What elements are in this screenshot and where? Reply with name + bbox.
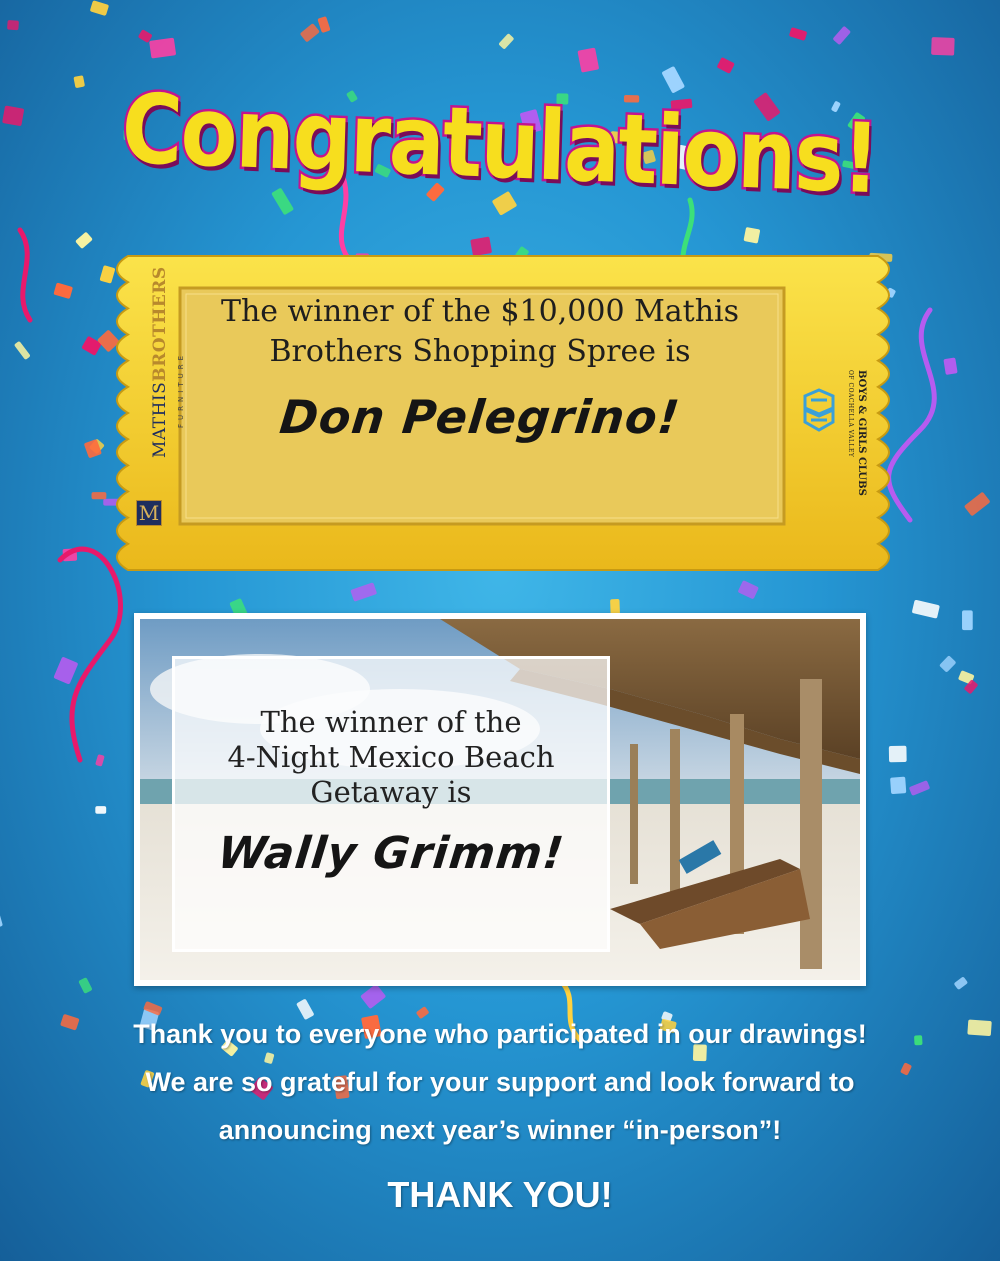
confetti-piece (360, 984, 386, 1009)
thanks-line-2: We are so grateful for your support and … (145, 1067, 855, 1097)
thank-you-closing: THANK YOU! (387, 1174, 613, 1215)
confetti-piece (0, 910, 3, 933)
confetti-piece (662, 66, 685, 93)
confetti-piece (954, 977, 968, 990)
confetti-piece (743, 227, 761, 244)
logo-name-a: MATHIS (150, 381, 170, 458)
beach-line-3: Getaway is (310, 775, 472, 809)
confetti-piece (912, 599, 940, 619)
confetti-piece (962, 610, 973, 631)
streamer (17, 227, 33, 323)
confetti-piece (149, 37, 176, 59)
beach-message-panel: The winner of the 4-Night Mexico Beach G… (172, 656, 610, 952)
ticket-line-1: The winner of the $10,000 Mathis (220, 294, 740, 329)
beach-line-2: 4-Night Mexico Beach (227, 740, 555, 774)
mathis-brothers-logo: M MATHISBROTHERS FURNITURE (128, 266, 185, 530)
confetti-piece (53, 657, 78, 684)
confetti-piece (943, 357, 958, 375)
confetti-piece (75, 232, 93, 249)
confetti-piece (78, 977, 92, 994)
confetti-piece (789, 27, 807, 41)
clubs-subtitle: OF COACHELLA VALLEY (847, 370, 854, 458)
confetti-piece (888, 745, 907, 763)
confetti-piece (577, 47, 599, 73)
confetti-piece (53, 282, 73, 299)
confetti-piece (939, 656, 956, 672)
confetti-piece (890, 776, 907, 795)
confetti-piece (931, 37, 955, 56)
confetti-piece (317, 16, 331, 33)
confetti-piece (499, 33, 514, 49)
confetti-piece (2, 105, 24, 126)
thanks-line-1: Thank you to everyone who participated i… (133, 1019, 867, 1049)
thanks-line-3: announcing next year’s winner “in-person… (218, 1115, 782, 1145)
beach-getaway-winner: Wally Grimm! (215, 828, 567, 879)
clubs-name: BOYS & GIRLS CLUBS (856, 370, 867, 496)
boys-girls-clubs-logo: BOYS & GIRLS CLUBS OF COACHELLA VALLEY (795, 370, 885, 500)
confetti-piece (964, 492, 990, 516)
confetti-piece (717, 57, 735, 74)
confetti-piece (909, 780, 930, 796)
ticket-line-2: Brothers Shopping Spree is (269, 334, 691, 369)
confetti-piece (738, 580, 759, 599)
confetti-piece (350, 582, 377, 602)
confetti-piece (95, 806, 107, 814)
confetti-piece (90, 0, 109, 16)
streamer (57, 546, 123, 763)
thank-you-message: Thank you to everyone who participated i… (0, 1010, 1000, 1154)
mathis-m-mark: M (136, 500, 162, 526)
confetti-piece (833, 26, 851, 45)
logo-name-b: BROTHERS (150, 266, 170, 382)
beach-line-1: The winner of the (260, 705, 522, 739)
shopping-spree-winner: Don Pelegrino! (277, 390, 683, 444)
confetti-piece (7, 20, 19, 31)
ticket-message: The winner of the $10,000 Mathis Brother… (180, 292, 780, 444)
confetti-piece (14, 341, 30, 360)
confetti-piece (95, 754, 105, 767)
confetti-piece (271, 188, 294, 215)
confetti-piece (300, 23, 320, 42)
clubs-emblem-icon (803, 388, 835, 432)
